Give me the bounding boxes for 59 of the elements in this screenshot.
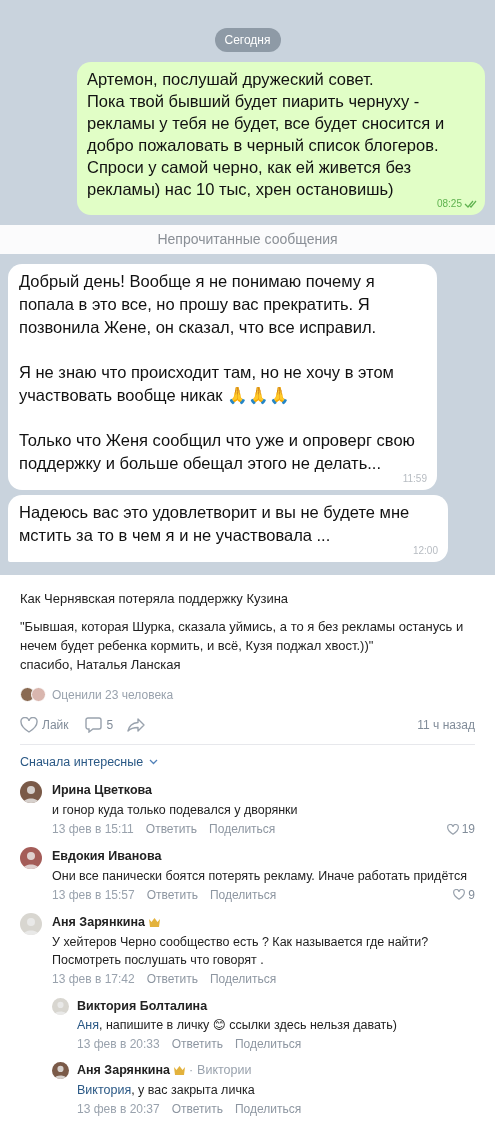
date-chip: Сегодня (214, 28, 281, 52)
heart-icon (453, 889, 466, 901)
post-text: спасибо, Наталья Ланская (20, 655, 182, 674)
author-name[interactable]: Виктория Болталина (77, 996, 208, 1016)
author-name[interactable]: Аня Зарянкина (52, 912, 145, 932)
avatar[interactable] (20, 781, 42, 804)
heart-icon (446, 823, 459, 835)
comment-icon (84, 716, 102, 733)
mention-link[interactable]: Аня (77, 1018, 99, 1033)
reply-button[interactable]: Ответить (171, 1100, 223, 1118)
message-time: 11:59 (402, 472, 427, 486)
comment-text: Аня, напишите в личку 😊 ссылки здесь нельзя давать) (77, 1017, 398, 1035)
reply-button[interactable]: Ответить (146, 885, 198, 904)
avatar[interactable] (52, 1062, 69, 1080)
comment-date: 13 фев в 20:33 (77, 1036, 160, 1054)
message-text: Добрый день! Вообще я не понимаю почему я попала в это все, но прошу вас прекратить. Я позвонила Жене, он сказал, что все исправил. (19, 271, 378, 338)
message-text: Только что Женя сообщил что уже и опроверг свою поддержку и больше обещал этого не делать... (19, 430, 416, 474)
rated-count[interactable]: Оценили 23 человека (52, 685, 174, 704)
comment-text: Они все панически боятся потерять рекламу. Иначе работать придётся (52, 867, 468, 885)
share-button[interactable] (127, 717, 146, 732)
share-icon (127, 717, 146, 732)
comment-text: Виктория, у вас закрыта личка (77, 1082, 256, 1099)
reply-button[interactable]: Ответить (146, 969, 198, 988)
post-title: Как Чернявская потеряла поддержку Кузина (20, 590, 290, 608)
share-button[interactable]: Поделиться (210, 969, 277, 988)
comment-date: 13 фев в 17:42 (52, 970, 135, 988)
reply-button[interactable]: Ответить (171, 1035, 223, 1054)
author-name[interactable]: Евдокия Иванова (52, 847, 162, 866)
chevron-down-icon (149, 758, 159, 765)
like-button[interactable]: 19 (446, 820, 475, 838)
author-name[interactable]: Аня Зарянкина (77, 1061, 170, 1080)
heart-icon (20, 716, 38, 733)
like-button[interactable]: Лайк (20, 715, 69, 734)
comments-button[interactable]: 5 (84, 715, 114, 734)
comment-date: 13 фев в 15:11 (52, 821, 134, 838)
like-button[interactable]: 9 (453, 885, 475, 904)
avatar[interactable] (20, 847, 42, 869)
message-time: 08:25 (436, 197, 462, 211)
share-button[interactable]: Поделиться (209, 820, 276, 838)
comment-date: 13 фев в 20:37 (77, 1101, 160, 1118)
reply-addressee[interactable]: Виктории (197, 1061, 252, 1080)
unread-label: Непрочитанные сообщения (157, 230, 338, 249)
avatar (31, 687, 46, 702)
sort-dropdown[interactable]: Сначала интересные (20, 752, 159, 772)
post-time: 11 ч назад (417, 716, 475, 734)
message-text: Артемон, послушай дружеский совет. Пока твой бывший будет пиарить чернуху - рекламы у тебя не будет, все будет сносится и добро пожаловать в черный список блогеров. Спроси у самой черно, как ей живется без рекламы) нас 10 тыс, хрен остановишь) (87, 69, 446, 199)
message-text: Я не знаю что происходит там, но не хочу в этом участвовать вообще никак 🙏🙏🙏 (19, 362, 395, 406)
reply-button[interactable]: Ответить (145, 820, 198, 838)
message-time: 12:00 (412, 544, 438, 558)
share-button[interactable]: Поделиться (235, 1035, 302, 1054)
comment-text: и гонор куда только подевался у дворянки (52, 802, 299, 819)
post-text: "Бывшая, которая Шурка, сказала уймись, а то я без рекламы останусь и нечем будет ребенка кормить, и всё, Кузя поджал хвост.))" (20, 617, 465, 655)
message-text: Надеюсь вас это удовлетворит и вы не будете мне мстить за то в чем я и не участвовала ... (19, 502, 411, 546)
comment-text: У хейтеров Черно сообщество есть ? Как называется где найти? Посмотреть послушать что говорят . (52, 933, 430, 969)
comment-date: 13 фев в 15:57 (52, 886, 135, 904)
share-button[interactable]: Поделиться (210, 885, 277, 904)
share-button[interactable]: Поделиться (235, 1100, 302, 1118)
author-name[interactable]: Ирина Цветкова (52, 781, 153, 800)
separator-dot: · (188, 1062, 194, 1080)
